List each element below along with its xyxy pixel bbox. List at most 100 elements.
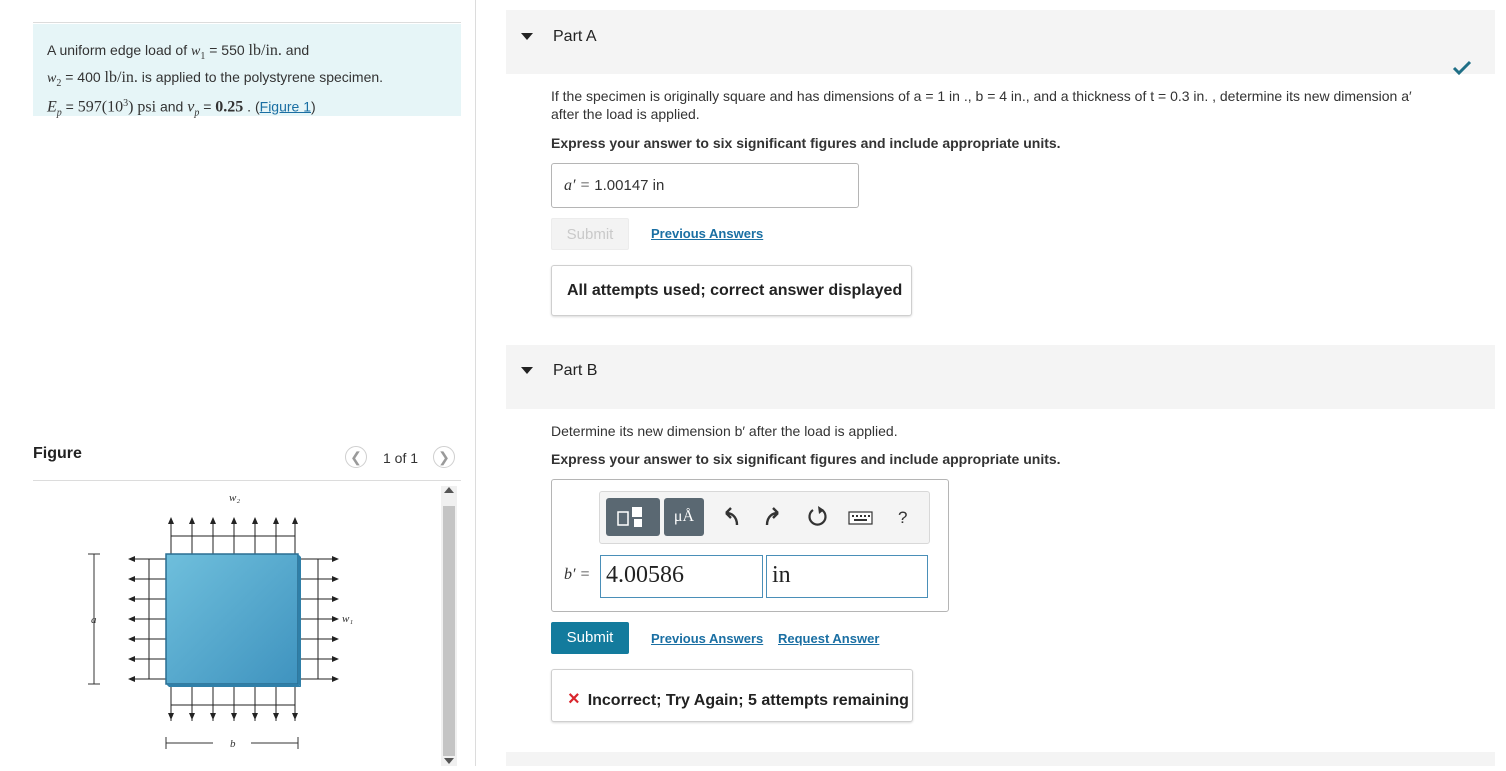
load-arrowhead: [128, 576, 135, 582]
part-a-previous-answers-link[interactable]: Previous Answers: [651, 226, 763, 241]
part-a-title[interactable]: Part A: [553, 28, 597, 46]
caret-down-icon[interactable]: [521, 33, 533, 40]
figure-ref-open: . (: [243, 98, 260, 115]
load-arrowhead: [210, 517, 216, 524]
math-toolbar: μÅ ?: [599, 491, 930, 544]
part-a-question: If the specimen is originally square and…: [551, 87, 1412, 123]
load-arrowhead: [128, 616, 135, 622]
load-arrowhead: [273, 713, 279, 720]
part-b-title[interactable]: Part B: [553, 362, 597, 380]
figure-title: Figure: [33, 445, 82, 462]
problem-statement: A uniform edge load of w1 = 550 lb/in. a…: [33, 24, 461, 118]
ep-value: 597(10: [77, 98, 124, 116]
part-b-instructions: Express your answer to six significant f…: [551, 451, 1061, 467]
x-icon: ×: [568, 688, 580, 710]
load-arrowhead: [292, 713, 298, 720]
specimen-edge-bottom: [166, 684, 301, 687]
question-dimensions: a = 1 in ., b = 4 in., and a thickness o…: [913, 88, 1412, 104]
specimen-edge-right: [298, 554, 301, 687]
w1-label: w₁: [342, 613, 353, 625]
left-top-divider: [33, 22, 461, 23]
b-unit-input[interactable]: in: [766, 555, 928, 598]
b-value-input[interactable]: 4.00586: [600, 555, 763, 598]
question-text-line2: after the load is applied.: [551, 106, 700, 122]
ep-unit: psi: [133, 98, 157, 116]
undo-icon[interactable]: [722, 498, 740, 536]
reset-icon[interactable]: [806, 498, 828, 536]
checkmark-icon: [1452, 60, 1472, 76]
caret-down-icon-b[interactable]: [521, 367, 533, 374]
load-arrowhead: [292, 517, 298, 524]
figure-viewport: w₂ w₁ a b: [33, 481, 441, 766]
part-b-submit-button[interactable]: Submit: [551, 622, 629, 654]
question-text: If the specimen is originally square and…: [551, 88, 914, 104]
part-b-header[interactable]: [506, 345, 1495, 409]
load-arrowhead: [332, 596, 339, 602]
part-a-submit-button: Submit: [551, 218, 629, 250]
w2-equals: = 400: [61, 68, 105, 85]
chevron-right-icon[interactable]: ❯: [433, 446, 455, 468]
load-arrowhead: [168, 713, 174, 720]
load-arrowhead: [231, 713, 237, 720]
problem-text-suffix: is applied to the polystyrene specimen.: [137, 68, 384, 85]
load-arrowhead: [332, 676, 339, 682]
scroll-up-icon[interactable]: [444, 487, 454, 493]
load-arrowhead: [231, 517, 237, 524]
nu-value: 0.25: [215, 98, 244, 116]
specimen-figure: w₂ w₁ a b: [88, 492, 353, 750]
ep-symbol: E: [47, 98, 57, 116]
w1-unit: lb/in.: [248, 42, 282, 59]
load-arrowhead: [128, 656, 135, 662]
redo-icon[interactable]: [764, 498, 782, 536]
load-arrowhead: [168, 517, 174, 524]
figure-ref-close: ): [311, 98, 316, 115]
nu-equals: =: [199, 98, 216, 115]
load-arrowhead: [332, 576, 339, 582]
part-a-instructions: Express your answer to six significant f…: [551, 135, 1061, 151]
b-label: b: [230, 738, 236, 750]
load-arrowhead: [273, 517, 279, 524]
load-arrowhead: [332, 616, 339, 622]
part-b-feedback-text: Incorrect; Try Again; 5 attempts remaini…: [587, 692, 909, 709]
w1-symbol: w: [191, 44, 201, 59]
keyboard-icon[interactable]: [848, 498, 874, 536]
w2-unit: lb/in.: [104, 68, 138, 86]
part-b-question: Determine its new dimension b′ after the…: [551, 423, 898, 439]
next-part-header: [506, 752, 1495, 766]
chevron-left-icon[interactable]: ❮: [345, 446, 367, 468]
w1-equals: = 550: [205, 42, 249, 58]
specimen-square: [165, 553, 299, 685]
load-arrowhead: [252, 517, 258, 524]
load-arrowhead: [332, 656, 339, 662]
templates-icon[interactable]: [606, 498, 660, 536]
help-icon[interactable]: ?: [898, 508, 907, 528]
b-answer-label: b′ =: [564, 566, 591, 583]
figure-scroll-thumb[interactable]: [443, 506, 455, 756]
part-b-previous-answers-link[interactable]: Previous Answers: [651, 631, 763, 646]
w2-label: w₂: [229, 492, 240, 504]
answer-label: a′ =: [564, 177, 595, 194]
load-arrowhead: [128, 676, 135, 682]
figure-pager-count: 1 of 1: [383, 450, 419, 466]
and-text-2: and: [156, 98, 188, 115]
part-a-header[interactable]: [506, 10, 1495, 74]
load-arrowhead: [210, 713, 216, 720]
load-arrowhead: [332, 556, 339, 562]
answer-value: 1.00147 in: [594, 177, 665, 194]
column-divider: [475, 0, 476, 766]
ep-equals: =: [61, 98, 78, 115]
scroll-down-icon[interactable]: [444, 758, 454, 764]
load-arrowhead: [128, 596, 135, 602]
request-answer-link[interactable]: Request Answer: [778, 631, 879, 646]
load-arrowhead: [332, 636, 339, 642]
load-arrowhead: [252, 713, 258, 720]
part-b-feedback: × Incorrect; Try Again; 5 attempts remain…: [551, 669, 913, 722]
load-arrowhead: [128, 636, 135, 642]
figure-link[interactable]: Figure 1: [260, 98, 311, 114]
load-arrowhead: [189, 517, 195, 524]
a-label: a: [91, 614, 97, 626]
and-text: and: [281, 42, 310, 58]
load-arrowhead: [128, 556, 135, 562]
units-icon[interactable]: μÅ: [664, 498, 704, 536]
load-arrowhead: [189, 713, 195, 720]
